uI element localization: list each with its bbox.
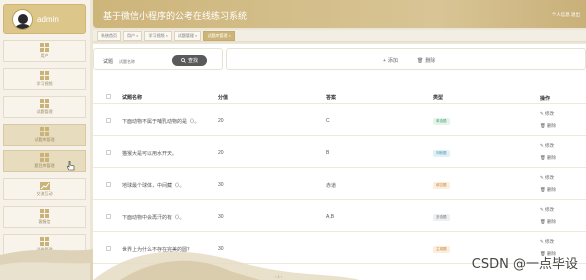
user-card[interactable]: admin [3, 4, 86, 34]
header-name[interactable]: 试题名称 [122, 94, 142, 101]
grid-icon [40, 153, 49, 162]
cell-answer: 赤道 [326, 183, 337, 189]
search-button[interactable]: 查找 [172, 55, 207, 66]
row-checkbox[interactable] [106, 118, 111, 123]
sidebar-item-label: 试题库管理 [34, 137, 55, 142]
sidebar-item-label: 试题管理 [36, 109, 53, 114]
tab-questions[interactable]: 试题管理 × [173, 30, 202, 41]
grid-icon [40, 43, 49, 52]
cell-answer: B [326, 150, 330, 156]
row-checkbox[interactable] [106, 214, 111, 219]
cell-name: 下面动物不属于哺乳动物的是（）。 [122, 119, 200, 125]
add-button[interactable]: + 添加 [383, 57, 398, 65]
sidebar-item-videos[interactable]: 学习视频 [3, 68, 86, 90]
plus-icon: + [383, 57, 386, 64]
tab-videos[interactable]: 学习视频 × [144, 30, 172, 41]
type-badge: 判断题 [433, 150, 450, 157]
header: 基于微信小程序的公考在线练习系统 个人信息 退出 [93, 0, 586, 28]
search-input[interactable] [119, 57, 169, 65]
breadcrumb: 系统首页 用户 × 学习视频 × 试题管理 × 试题库管理 × [93, 30, 586, 42]
cell-score: 20 [218, 150, 224, 156]
delete-button[interactable]: 🗑 删除 [417, 57, 436, 65]
type-badge: 多选题 [433, 214, 450, 221]
cell-answer: A,B [326, 214, 335, 220]
cell-score: 20 [218, 118, 224, 124]
grid-icon [40, 99, 49, 108]
table-row: 下面动物不属于哺乳动物的是（）。 20 C 单选题 ✎ 修改 🗑 删除 [93, 104, 586, 136]
sidebar-item-label: 学习视频 [36, 81, 53, 86]
grid-icon [40, 209, 49, 218]
type-badge: 填空题 [433, 182, 450, 189]
cell-name: 猫猴大是可以用水开天。 [122, 151, 178, 157]
tab-question-bank[interactable]: 试题库管理 × [203, 30, 235, 41]
user-name: admin [37, 14, 59, 24]
table-row: 下面动物中会再汗的有（）。 30 A,B 多选题 ✎ 修改 🗑 删除 [93, 200, 586, 232]
row-checkbox[interactable] [106, 150, 111, 155]
select-all-checkbox[interactable] [106, 94, 111, 99]
sidebar-item-questions[interactable]: 试题管理 [3, 96, 86, 118]
delete-row-button[interactable]: 🗑 删除 [540, 155, 556, 161]
cell-score: 30 [218, 182, 224, 188]
action-bar: + 添加 🗑 删除 [226, 48, 586, 70]
sidebar-item-label: 题目库管理 [34, 163, 55, 168]
tab-users[interactable]: 用户 × [123, 30, 143, 41]
edit-button[interactable]: ✎ 修改 [540, 175, 554, 181]
edit-button[interactable]: ✎ 修改 [540, 143, 554, 149]
sidebar-item-question-bank[interactable]: 试题库管理 [3, 124, 86, 146]
watermark: CSDN @一点毕设 [471, 257, 578, 272]
edit-button[interactable]: ✎ 修改 [540, 207, 554, 213]
sidebar-item-label: 用户 [40, 53, 49, 58]
header-ops: 操作 [540, 96, 551, 102]
cell-name: 地球最个球体，中间藏（）。 [122, 183, 185, 189]
table-header: 试题名称 分值 答案 类型 操作 [93, 92, 586, 104]
sidebar-item-users[interactable]: 用户 [3, 40, 86, 62]
user-links[interactable]: 个人信息 退出 [552, 12, 580, 18]
cell-answer: C [326, 118, 330, 124]
search-label: 试题 [103, 59, 114, 65]
delete-row-button[interactable]: 🗑 删除 [540, 219, 556, 225]
delete-row-button[interactable]: 🗑 删除 [540, 187, 556, 193]
search-button-label: 查找 [187, 58, 198, 64]
header-type[interactable]: 类型 [433, 94, 443, 101]
table-row: 地球最个球体，中间藏（）。 30 赤道 填空题 ✎ 修改 🗑 删除 [93, 168, 586, 200]
add-label: 添加 [387, 58, 398, 64]
edit-button[interactable]: ✎ 修改 [540, 111, 554, 117]
row-checkbox[interactable] [106, 182, 111, 187]
search-icon [181, 58, 186, 63]
trend-icon [39, 181, 50, 190]
avatar [12, 8, 33, 30]
sidebar-item-service[interactable]: 客服信 [3, 206, 86, 228]
trash-icon: 🗑 [417, 57, 424, 64]
delete-row-button[interactable]: 🗑 删除 [540, 123, 556, 129]
delete-label: 删除 [425, 58, 436, 64]
table-row: 猫猴大是可以用水开天。 20 B 判断题 ✎ 修改 🗑 删除 [93, 136, 586, 168]
grid-icon [40, 127, 49, 136]
sidebar-item-label: 交流互动 [36, 190, 53, 196]
page-title: 基于微信小程序的公考在线练习系统 [103, 11, 248, 21]
hand-cursor-icon [67, 161, 75, 171]
pagination[interactable]: ‹ 1 › [275, 274, 282, 279]
grid-icon [40, 71, 49, 80]
tab-home[interactable]: 系统首页 [97, 30, 121, 41]
search-bar: 试题 查找 [93, 48, 223, 70]
type-badge: 单选题 [433, 118, 450, 125]
header-score[interactable]: 分值 [218, 94, 228, 101]
cell-name: 下面动物中会再汗的有（）。 [122, 215, 185, 221]
header-answer[interactable]: 答案 [326, 94, 336, 101]
sidebar-item-forum[interactable]: 交流互动 [3, 178, 86, 200]
cell-score: 30 [218, 214, 224, 220]
sidebar-item-label: 客服信 [38, 219, 51, 224]
